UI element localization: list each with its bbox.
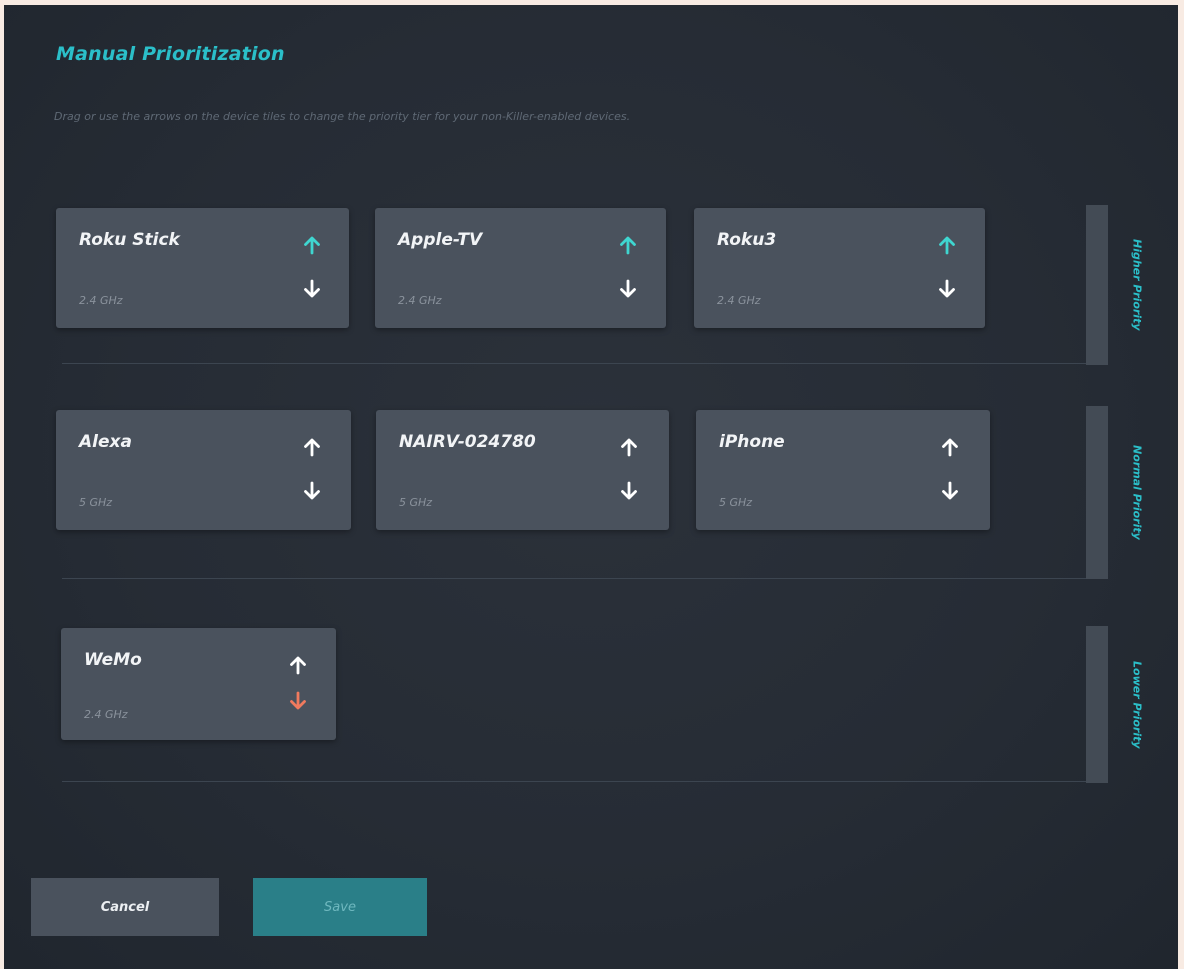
tier-divider [62,363,1108,364]
tier-divider [62,578,1108,579]
device-band: 2.4 GHz [79,294,123,307]
device-name: WeMo [84,650,142,670]
device-band: 2.4 GHz [717,294,761,307]
arrow-down-icon[interactable] [287,690,309,712]
manual-prioritization-panel: Manual Prioritization Drag or use the ar… [4,5,1178,969]
device-tile-alexa[interactable]: Alexa 5 GHz [56,410,351,530]
arrow-down-icon[interactable] [939,480,961,502]
device-tile-nairv-024780[interactable]: NAIRV-024780 5 GHz [376,410,669,530]
device-name: Apple-TV [398,230,483,250]
device-name: iPhone [719,432,785,452]
arrow-up-icon[interactable] [618,436,640,458]
arrow-down-icon[interactable] [936,278,958,300]
arrow-up-icon[interactable] [617,234,639,256]
arrow-down-icon[interactable] [618,480,640,502]
cancel-button[interactable]: Cancel [31,878,219,936]
device-name: Alexa [79,432,132,452]
device-band: 5 GHz [719,496,753,509]
tier-label-higher: Higher Priority [1130,239,1144,331]
save-button[interactable]: Save [253,878,427,936]
arrow-up-icon[interactable] [939,436,961,458]
arrow-up-icon[interactable] [301,436,323,458]
arrow-down-icon[interactable] [301,480,323,502]
tier-label-normal: Normal Priority [1130,445,1144,540]
arrow-down-icon[interactable] [301,278,323,300]
arrow-up-icon[interactable] [301,234,323,256]
arrow-up-icon[interactable] [287,654,309,676]
device-tile-wemo[interactable]: WeMo 2.4 GHz [61,628,336,740]
device-band: 5 GHz [399,496,433,509]
tier-bar-normal [1086,406,1108,579]
page-title: Manual Prioritization [56,43,285,65]
device-name: Roku Stick [79,230,180,250]
device-tile-apple-tv[interactable]: Apple-TV 2.4 GHz [375,208,666,328]
tier-divider [62,781,1108,782]
device-band: 2.4 GHz [84,708,128,721]
tier-bar-higher [1086,205,1108,365]
instructions-text: Drag or use the arrows on the device til… [54,110,631,123]
tier-bar-lower [1086,626,1108,783]
device-name: NAIRV-024780 [399,432,536,452]
tier-label-lower: Lower Priority [1130,660,1144,749]
device-tile-roku-stick[interactable]: Roku Stick 2.4 GHz [56,208,349,328]
arrow-down-icon[interactable] [617,278,639,300]
arrow-up-icon[interactable] [936,234,958,256]
device-band: 2.4 GHz [398,294,442,307]
device-band: 5 GHz [79,496,113,509]
device-tile-iphone[interactable]: iPhone 5 GHz [696,410,990,530]
device-name: Roku3 [717,230,777,250]
device-tile-roku3[interactable]: Roku3 2.4 GHz [694,208,985,328]
